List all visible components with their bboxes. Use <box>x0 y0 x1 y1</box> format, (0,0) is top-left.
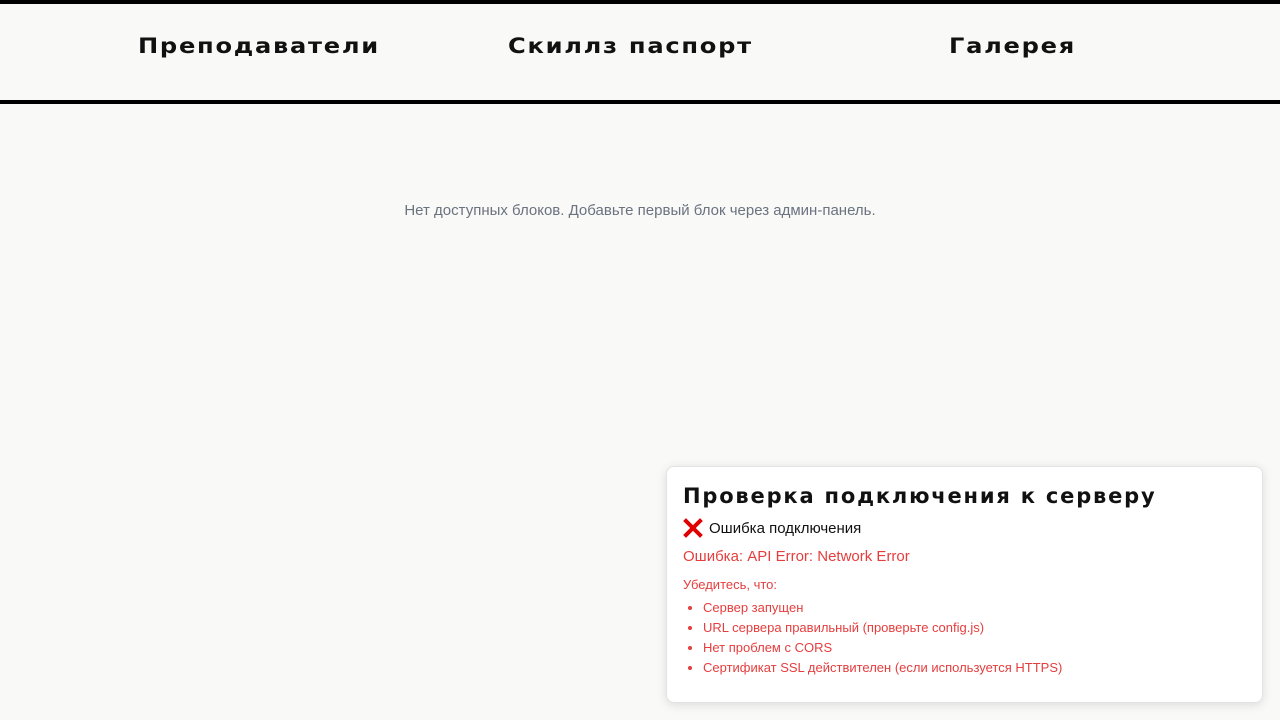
top-navigation: Преподаватели Скиллз паспорт Галерея <box>0 0 1280 104</box>
panel-title: Проверка подключения к серверу <box>683 484 1157 508</box>
nav-link-gallery[interactable]: Галерея <box>949 34 1076 58</box>
list-item: URL сервера правильный (проверьте config… <box>703 618 1246 638</box>
connection-status: Ошибка подключения <box>683 517 1246 539</box>
hint-list: Сервер запущен URL сервера правильный (п… <box>683 598 1246 678</box>
status-text: Ошибка подключения <box>709 519 862 537</box>
x-icon <box>683 518 703 538</box>
nav-link-skills-passport[interactable]: Скиллз паспорт <box>508 34 753 58</box>
hint-label: Убедитесь, что: <box>683 577 778 592</box>
empty-blocks-message: Нет доступных блоков. Добавьте первый бл… <box>404 202 876 219</box>
connection-check-panel: Проверка подключения к серверу Ошибка по… <box>666 466 1263 703</box>
list-item: Сертификат SSL действителен (если исполь… <box>703 658 1246 678</box>
list-item: Сервер запущен <box>703 598 1246 618</box>
list-item: Нет проблем с CORS <box>703 638 1246 658</box>
error-message: Ошибка: API Error: Network Error <box>683 548 910 565</box>
nav-link-teachers[interactable]: Преподаватели <box>138 34 380 58</box>
